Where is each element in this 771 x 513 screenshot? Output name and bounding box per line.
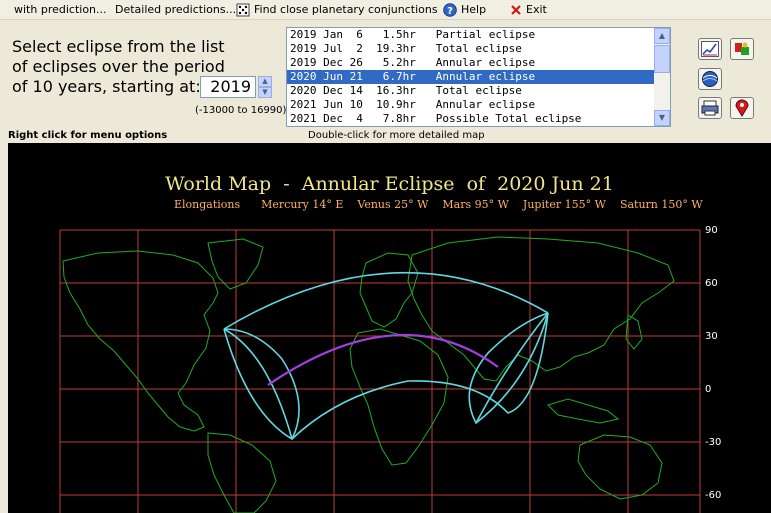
indonesia-coast: [547, 398, 620, 424]
close-icon: [511, 4, 521, 15]
eclipse-time: 7.8hr: [376, 112, 416, 125]
globe-button[interactable]: [698, 68, 722, 90]
eclipse-type: Annular eclipse: [435, 56, 536, 69]
eclipse-date: 2020 Jun 21: [290, 70, 363, 83]
eclipse-path: [223, 271, 549, 441]
start-year-input[interactable]: 2019: [200, 76, 256, 98]
prompt-line: of eclipses over the period: [12, 57, 225, 76]
eclipse-list-item[interactable]: 2021 Jun 10 10.9hr Annular eclipse: [287, 98, 654, 112]
eclipse-type: Annular eclipse: [435, 98, 536, 111]
lat-label: 90: [705, 225, 718, 236]
menu-label: Help: [461, 3, 487, 16]
eclipse-time: 5.2hr: [376, 56, 416, 69]
scroll-up-button[interactable]: ▲: [654, 28, 670, 44]
print-icon: [701, 100, 719, 116]
coastlines: [62, 236, 675, 513]
lat-label: 0: [705, 384, 712, 395]
north-america-coast: [62, 250, 219, 432]
map-canvas: [59, 229, 701, 513]
planets-icon: [735, 42, 749, 55]
eclipse-type: Annular eclipse: [435, 70, 536, 83]
menu-bar: with prediction... Detailed predictions.…: [0, 0, 771, 20]
menu-exit[interactable]: Exit: [510, 0, 547, 19]
eclipse-time: 6.7hr: [376, 70, 416, 83]
eclipse-type: Total eclipse: [435, 42, 522, 55]
year-spinner[interactable]: ▲ ▼: [258, 76, 272, 98]
eclipse-list-item[interactable]: 2019 Jul 2 19.3hr Total eclipse: [287, 42, 654, 56]
eclipse-time: 19.3hr: [376, 42, 416, 55]
eclipse-date: 2019 Jan 6: [290, 28, 363, 41]
chart-icon: [701, 41, 719, 57]
right-click-hint: Right click for menu options: [8, 130, 168, 141]
planets-button[interactable]: [730, 38, 754, 60]
prompt-line: Select eclipse from the list: [12, 37, 225, 56]
lat-label: -60: [705, 490, 722, 501]
europe-coast: [359, 252, 419, 328]
spin-down-button[interactable]: ▼: [258, 87, 272, 98]
help-icon: ?: [443, 2, 457, 17]
eclipse-list-item[interactable]: 2019 Jan 6 1.5hr Partial eclipse: [287, 28, 654, 42]
eclipse-list-item[interactable]: 2021 Dec 4 7.8hr Possible Total eclipse: [287, 112, 654, 126]
prompt-line: of 10 years, starting at:: [12, 77, 201, 96]
eclipse-date: 2021 Jun 10: [290, 98, 363, 111]
eclipse-type: Partial eclipse: [435, 28, 536, 41]
menu-label: Exit: [526, 3, 547, 16]
menu-label: with prediction...: [14, 3, 107, 16]
map-pin-button[interactable]: [730, 97, 754, 119]
path-northern-limit: [223, 271, 549, 330]
lat-label: -30: [705, 437, 722, 448]
menu-with-prediction[interactable]: with prediction...: [14, 0, 107, 19]
map-pin-icon: [735, 99, 749, 117]
path-east-cap-inner: [475, 312, 549, 424]
south-america-coast: [207, 432, 277, 513]
path-southern-limit: [291, 312, 549, 440]
chart-button[interactable]: [698, 38, 722, 60]
spin-up-button[interactable]: ▲: [258, 76, 272, 87]
year-range-note: (-13000 to 16990): [195, 105, 287, 116]
double-click-hint: Double-click for more detailed map: [308, 130, 485, 141]
path-west-cap-inner: [223, 328, 293, 440]
australia-coast: [577, 434, 663, 500]
central-line: [267, 334, 499, 386]
svg-text:?: ?: [447, 6, 453, 17]
print-button[interactable]: [698, 97, 722, 119]
lat-label: 60: [705, 278, 718, 289]
eclipse-list[interactable]: 2019 Jan 6 1.5hr Partial eclipse 2019 Jul…: [286, 27, 671, 127]
dice-icon: [236, 3, 250, 16]
menu-help[interactable]: ? Help: [443, 0, 486, 19]
eclipse-type: Total eclipse: [435, 84, 522, 97]
scroll-down-button[interactable]: ▼: [654, 110, 670, 126]
eclipse-date: 2019 Jul 2: [290, 42, 363, 55]
eclipse-date: 2020 Dec 14: [290, 84, 363, 97]
menu-label: Detailed predictions...: [115, 3, 237, 16]
eclipse-list-item[interactable]: 2020 Dec 14 16.3hr Total eclipse: [287, 84, 654, 98]
scroll-thumb[interactable]: [654, 45, 670, 73]
eclipse-time: 10.9hr: [376, 98, 416, 111]
eclipse-date: 2019 Dec 26: [290, 56, 363, 69]
eclipse-list-item[interactable]: 2020 Jun 21 6.7hr Annular eclipse: [287, 70, 654, 84]
eclipse-time: 1.5hr: [376, 28, 416, 41]
world-map[interactable]: World Map - Annular Eclipse of 2020 Jun …: [8, 143, 771, 513]
eclipse-time: 16.3hr: [376, 84, 416, 97]
eclipse-date: 2021 Dec 4: [290, 112, 363, 125]
menu-detailed-predictions[interactable]: Detailed predictions...: [115, 0, 236, 19]
lat-label: 30: [705, 331, 718, 342]
menu-find-conjunctions[interactable]: Find close planetary conjunctions: [236, 0, 438, 19]
eclipse-list-item[interactable]: 2019 Dec 26 5.2hr Annular eclipse: [287, 56, 654, 70]
globe-icon: [702, 71, 718, 87]
menu-label: Find close planetary conjunctions: [254, 3, 438, 16]
eclipse-type: Possible Total eclipse: [435, 112, 582, 125]
list-scrollbar[interactable]: ▲ ▼: [654, 28, 670, 126]
eclipse-prompt: Select eclipse from the list of eclipses…: [12, 37, 225, 97]
africa-coast: [349, 328, 449, 466]
map-grid: [59, 229, 701, 513]
